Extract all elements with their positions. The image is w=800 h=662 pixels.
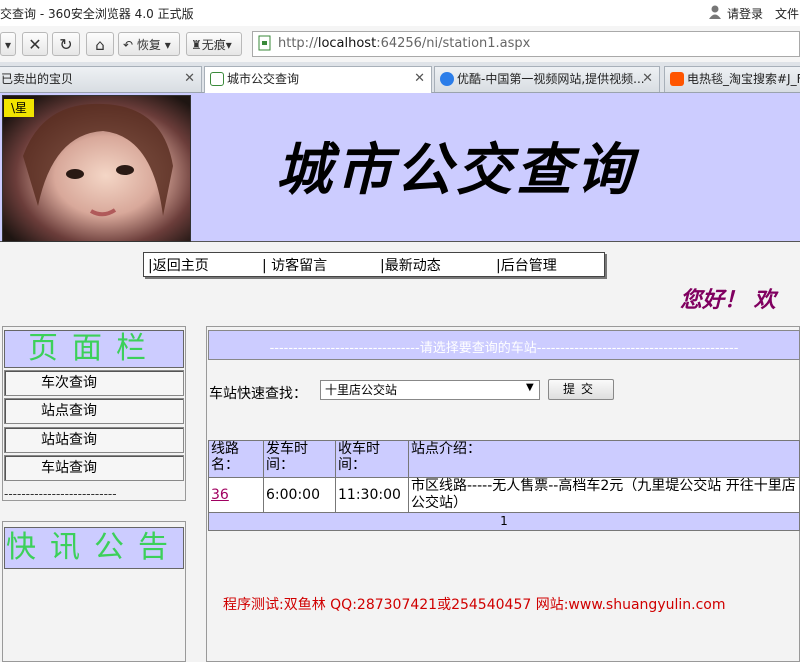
url-path: :64256/ni/station1.aspx <box>376 36 531 51</box>
youku-icon <box>440 72 454 86</box>
star-badge: \星 <box>4 99 34 117</box>
selected-station: 十里店公交站 <box>325 383 398 397</box>
sidebar-item-station-to-station[interactable]: 站站查询 <box>4 427 184 453</box>
sidebar-divider: -------------------------- <box>4 487 117 501</box>
refresh-icon: ↻ <box>59 35 73 54</box>
tab-label: 电热毯_淘宝搜索#J_Filt <box>687 72 800 86</box>
header-line: 线路名： <box>208 440 264 478</box>
header-depart: 发车时间： <box>263 440 336 478</box>
sidebar-heading: 页面栏 <box>4 330 184 368</box>
chevron-down-icon: ▾ <box>225 38 232 52</box>
search-label: 车站快速查找： <box>209 386 307 402</box>
line-link[interactable]: 36 <box>211 487 229 503</box>
chevron-down-icon: ▾ <box>164 38 171 52</box>
tab-label: 优酷-中国第一视频网站,提供视频... <box>457 72 645 86</box>
restore-button[interactable]: ↶ 恢复 ▾ <box>118 32 180 56</box>
nav-admin[interactable]: |后台管理 <box>496 255 557 275</box>
url-host: localhost <box>317 36 377 51</box>
nav-news[interactable]: |最新动态 <box>380 255 441 275</box>
cell-arrive: 11:30:00 <box>335 477 409 513</box>
stop-button[interactable]: ✕ <box>22 32 48 56</box>
taobao-icon <box>670 72 684 86</box>
close-icon[interactable]: ✕ <box>642 67 653 91</box>
tab-youku[interactable]: 优酷-中国第一视频网站,提供视频... ✕ <box>434 66 660 92</box>
cell-depart: 6:00:00 <box>263 477 336 513</box>
greeting-marquee: 您好！ 欢 <box>680 287 776 313</box>
site-title: 城市公交查询 <box>276 137 636 203</box>
file-menu[interactable]: 文件 <box>775 5 799 22</box>
footer-credit: 程序测试:双鱼林 QQ:287307421或254540457 网站:www.s… <box>223 597 726 613</box>
home-icon: ⌂ <box>95 36 105 54</box>
tab-bus-query[interactable]: 城市公交查询 ✕ <box>204 66 432 93</box>
pager-row: 1 <box>208 512 800 531</box>
url-prefix: http:// <box>278 36 318 51</box>
undo-icon: ↶ <box>123 38 134 52</box>
chevron-down-icon[interactable]: ▼ <box>526 382 534 393</box>
dropdown-arrow-button[interactable]: ▾ <box>0 32 16 56</box>
user-icon <box>709 5 721 19</box>
page-number[interactable]: 1 <box>208 512 800 531</box>
result-table: 线路名： 发车时间： 收车时间： 站点介绍： 36 6:00:00 11:30:… <box>208 440 800 531</box>
page-icon <box>258 35 272 51</box>
restore-label: 恢复 <box>136 38 161 52</box>
tab-sold-items[interactable]: 已卖出的宝贝 ✕ <box>0 66 202 92</box>
cell-intro: 市区线路-----无人售票--高档车2元（九里堤公交站 开往十里店公交站） <box>408 477 800 513</box>
station-select[interactable]: 十里店公交站 <box>320 380 540 400</box>
nav-home[interactable]: |返回主页 <box>148 255 209 275</box>
cell-line: 36 <box>208 477 264 513</box>
sidebar-item-stop-query[interactable]: 站点查询 <box>4 398 184 424</box>
submit-button[interactable]: 提交 <box>548 379 614 400</box>
close-icon[interactable]: ✕ <box>184 67 195 91</box>
url-text[interactable]: http://localhost:64256/ni/station1.aspx <box>278 36 530 51</box>
home-button[interactable]: ⌂ <box>86 32 114 56</box>
tab-label: 已卖出的宝贝 <box>1 72 74 86</box>
table-row: 36 6:00:00 11:30:00 市区线路-----无人售票--高档车2元… <box>208 477 800 513</box>
sidebar-item-trip-query[interactable]: 车次查询 <box>4 370 184 396</box>
incognito-icon: ♜ <box>191 38 202 52</box>
header-intro: 站点介绍： <box>408 440 800 478</box>
refresh-button[interactable]: ↻ <box>52 32 80 56</box>
window-title: 交查询 - 360安全浏览器 4.0 正式版 <box>0 7 194 21</box>
tab-label: 城市公交查询 <box>227 72 300 86</box>
incognito-button[interactable]: ♜无痕▾ <box>186 32 242 56</box>
banner-photo <box>2 95 191 242</box>
login-link[interactable]: 请登录 <box>727 5 763 22</box>
panel-title: --------------------------------请选择要查询的车… <box>269 341 739 356</box>
notice-heading: 快讯公告 <box>4 527 184 569</box>
close-icon[interactable]: ✕ <box>414 67 425 91</box>
page-icon <box>210 72 224 86</box>
close-icon: ✕ <box>28 35 42 54</box>
nav-guestbook[interactable]: | 访客留言 <box>262 255 327 275</box>
header-arrive: 收车时间： <box>335 440 409 478</box>
incognito-label: 无痕 <box>201 38 226 52</box>
table-header-row: 线路名： 发车时间： 收车时间： 站点介绍： <box>208 440 800 478</box>
chevron-down-icon: ▾ <box>4 38 12 52</box>
tab-taobao[interactable]: 电热毯_淘宝搜索#J_Filt <box>664 66 800 92</box>
sidebar-item-station-query[interactable]: 车站查询 <box>4 455 184 481</box>
